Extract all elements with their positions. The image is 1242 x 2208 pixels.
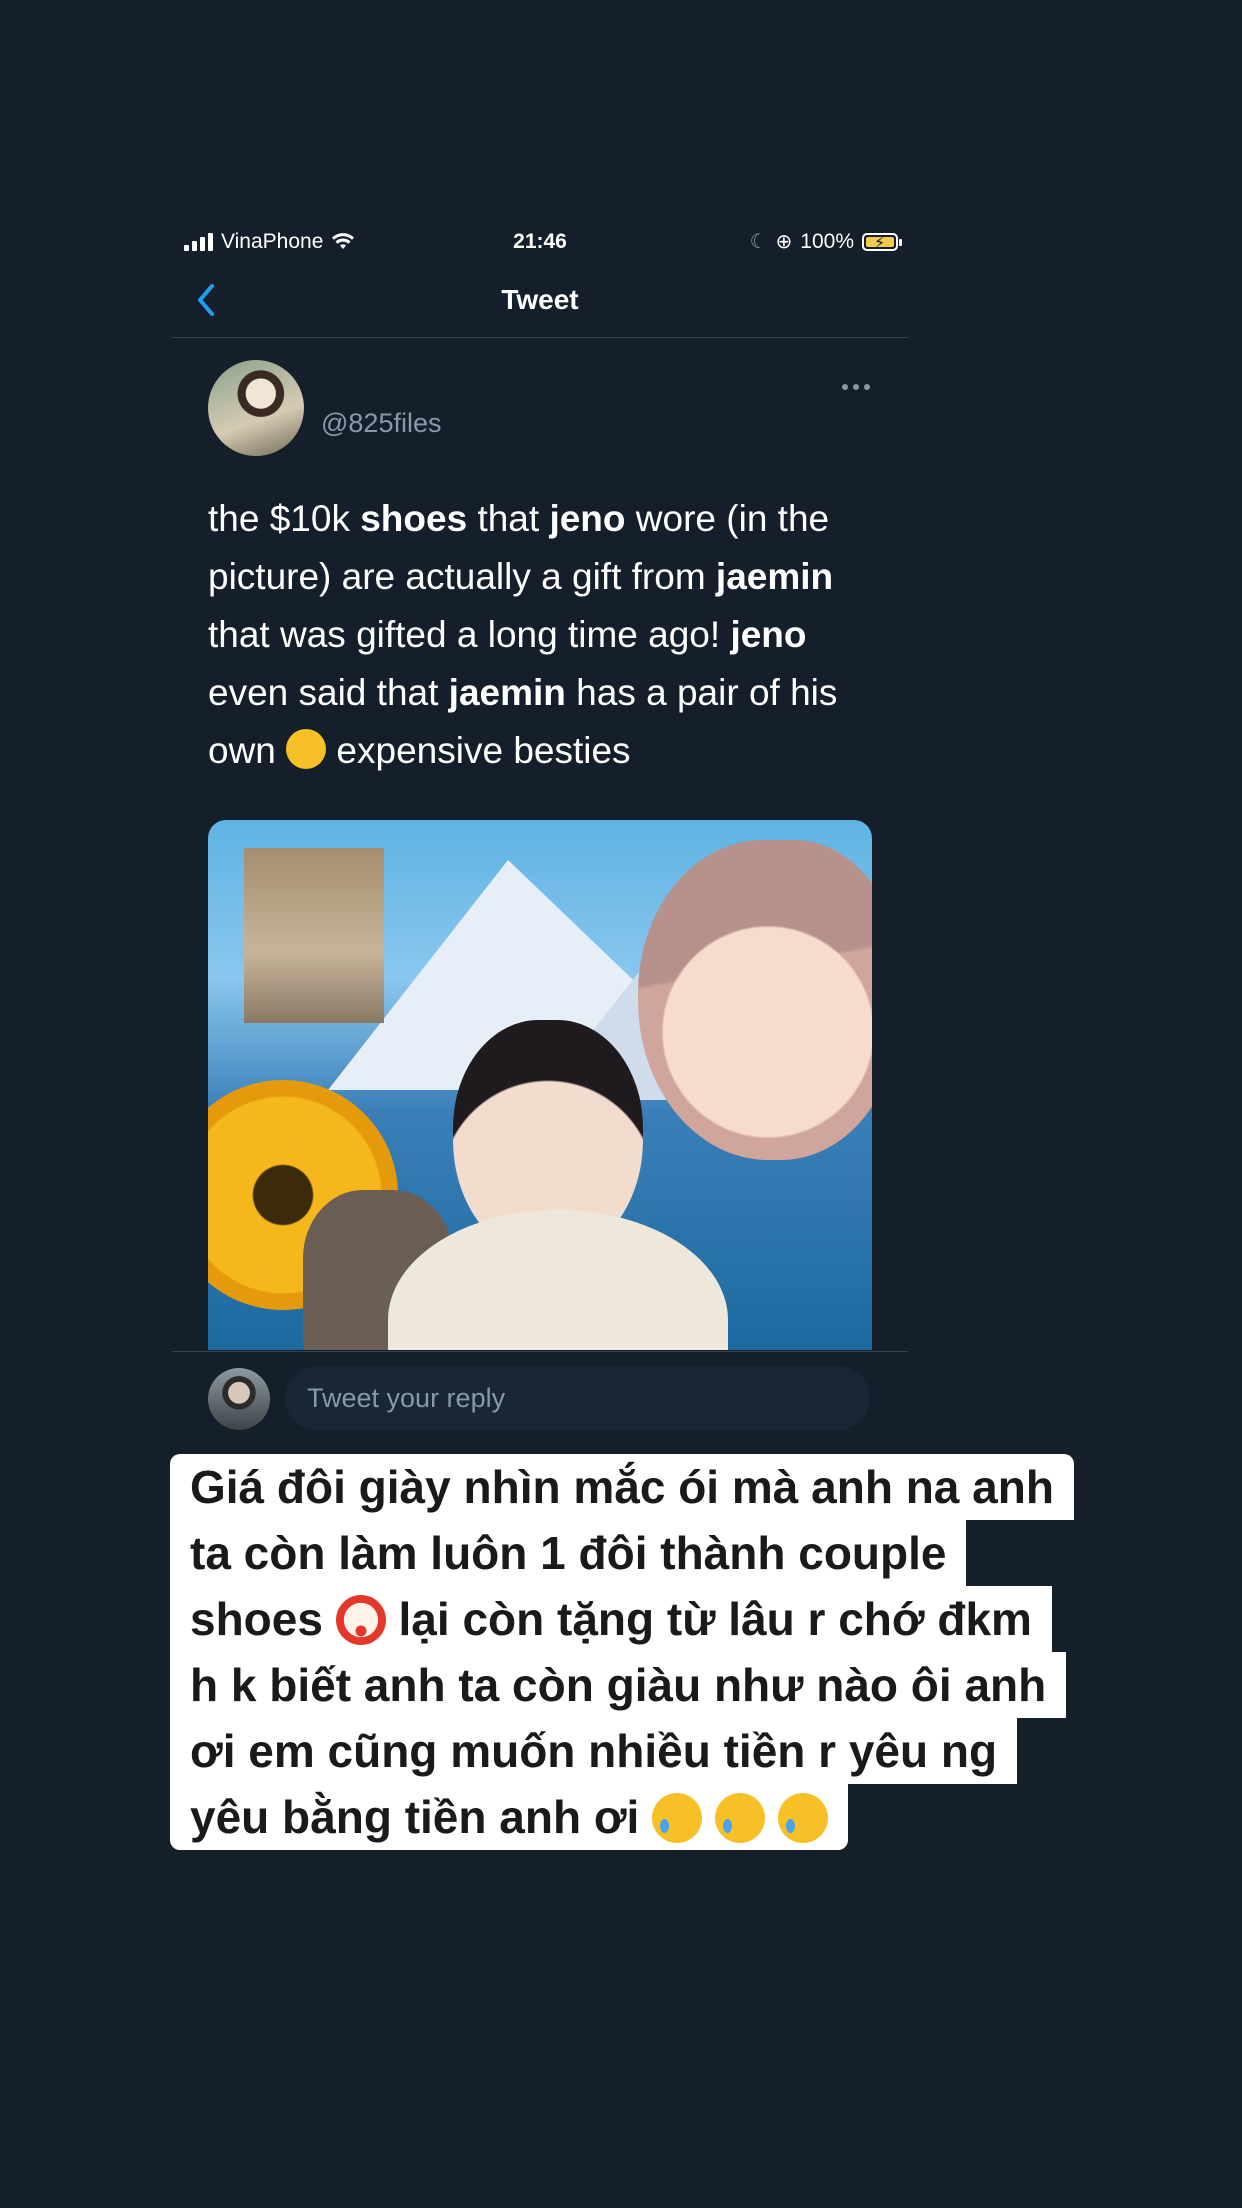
crying-face-icon [714, 1793, 765, 1843]
moon-icon: ☾ [749, 231, 768, 253]
caption-text: shoes [190, 1593, 323, 1645]
caption-line: ta còn làm luôn 1 đôi thành couple [170, 1520, 967, 1586]
tweet-text: the $10k shoes that jeno wore (in the pi… [208, 490, 868, 780]
caption-line: Giá đôi giày nhìn mắc ói mà anh na anh [170, 1454, 1074, 1520]
reply-input[interactable]: Tweet your reply [285, 1366, 870, 1430]
tweet-text-bold: jeno [549, 498, 626, 539]
hushed-face-icon [286, 729, 327, 769]
caption-line: ơi em cũng muốn nhiều tiền r yêu ng [170, 1718, 1018, 1784]
tweet-text-bold: jeno [730, 614, 807, 655]
status-bar: VinaPhone 21:46 ☾ ⊕ 100% ⚡ [172, 220, 908, 264]
tweet-text-segment: even said that [208, 672, 449, 713]
tweet-screenshot: VinaPhone 21:46 ☾ ⊕ 100% ⚡ Tweet @825fil… [172, 220, 908, 1430]
tweet-text-segment: expensive besties [326, 730, 631, 771]
reply-avatar [208, 1368, 270, 1430]
tweet-text-bold: shoes [360, 498, 468, 539]
status-right: ☾ ⊕ 100% ⚡ [749, 229, 902, 254]
avatar[interactable] [208, 360, 304, 456]
tweet-media-image[interactable] [208, 820, 872, 1350]
battery-icon: ⚡ [862, 232, 902, 252]
page-title: Tweet [501, 284, 579, 315]
tweet-text-segment: the $10k [208, 498, 361, 539]
crying-face-icon [652, 1793, 703, 1843]
battery-percent: 100% [800, 229, 854, 253]
user-handle[interactable]: @825files [321, 408, 441, 439]
caption-line: yêu bằng tiền anh ơi [170, 1784, 848, 1850]
caption-text: lại còn tặng từ lâu r chớ đkm [398, 1593, 1032, 1645]
tweet-text-segment: that [467, 498, 550, 539]
rotation-lock-icon: ⊕ [775, 231, 793, 253]
caption-line: h k biết anh ta còn giàu như nào ôi anh [170, 1652, 1067, 1718]
divider [172, 1351, 908, 1352]
more-options-icon[interactable] [842, 384, 878, 398]
story-caption: Giá đôi giày nhìn mắc ói mà anh na anh t… [170, 1454, 1150, 1850]
caption-text: yêu bằng tiền anh ơi [190, 1791, 640, 1843]
tweet-text-bold: jaemin [715, 556, 834, 597]
nav-bar: Tweet [172, 264, 908, 338]
tweet-text-bold: jaemin [448, 672, 566, 713]
clown-face-icon [335, 1595, 386, 1645]
tweet-text-segment: that was gifted a long time ago! [208, 614, 731, 655]
crying-face-icon [777, 1793, 828, 1843]
caption-line: shoes lại còn tặng từ lâu r chớ đkm [170, 1586, 1052, 1652]
